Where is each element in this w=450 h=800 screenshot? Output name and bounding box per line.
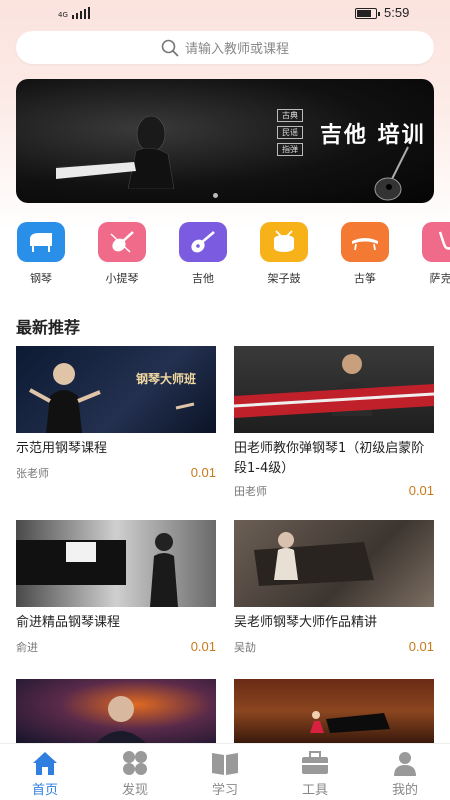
- grand-piano-icon: [17, 222, 65, 262]
- profile-icon: [394, 752, 416, 776]
- guitar-icon: [179, 222, 227, 262]
- course-card[interactable]: [16, 679, 216, 743]
- course-thumbnail: 钢琴大师班: [16, 346, 216, 433]
- search-icon: [161, 39, 179, 56]
- course-thumbnail: [234, 520, 434, 607]
- search-bar[interactable]: 请输入教师或课程: [16, 31, 434, 64]
- course-price: 0.01: [190, 639, 216, 654]
- guitar-image: [374, 146, 409, 201]
- category-label: 架子鼓: [267, 272, 301, 285]
- course-card[interactable]: 俞进精品钢琴课程 俞进 0.01: [16, 520, 216, 659]
- category-label: 钢琴: [30, 272, 52, 285]
- course-teacher: 吴劼: [234, 641, 256, 654]
- category-row: 钢琴 小提琴 吉他 架子鼓 古筝 萨克斯: [0, 222, 450, 286]
- course-card[interactable]: [234, 679, 434, 743]
- pianist-silhouette-image: [56, 115, 175, 189]
- category-label: 小提琴: [105, 272, 139, 285]
- category-guitar[interactable]: 吉他: [173, 222, 233, 286]
- status-time: 5:59: [384, 5, 410, 20]
- course-card[interactable]: 田老师教你弹钢琴1（初级启蒙阶段1-4级） 田老师 0.01: [234, 346, 434, 503]
- course-thumbnail: [16, 520, 216, 607]
- discover-icon: [123, 751, 147, 775]
- violin-icon: [98, 222, 146, 262]
- book-icon: [212, 753, 238, 775]
- course-thumbnail: [16, 679, 216, 743]
- tab-label: 发现: [121, 783, 148, 798]
- category-label: 古筝: [354, 272, 376, 285]
- course-title: 俞进精品钢琴课程: [16, 615, 121, 630]
- course-thumbnail: [234, 679, 434, 743]
- signal-icon: 4G: [58, 7, 90, 19]
- course-teacher: 田老师: [234, 485, 267, 498]
- course-title: 吴老师钢琴大师作品精讲: [234, 615, 378, 630]
- bottom-tab-bar: 首页 发现 学习 工具 我的: [0, 743, 450, 800]
- category-piano[interactable]: 钢琴: [11, 222, 71, 286]
- guzheng-icon: [341, 222, 389, 262]
- tab-label: 学习: [211, 783, 238, 798]
- saxophone-icon: [422, 222, 450, 262]
- tab-label: 工具: [301, 783, 328, 798]
- category-guzheng[interactable]: 古筝: [335, 222, 395, 286]
- course-teacher: 张老师: [16, 467, 49, 480]
- tab-discover[interactable]: 发现: [100, 750, 170, 800]
- category-label: 吉他: [192, 272, 214, 285]
- status-bar: 4G 5:59: [0, 0, 450, 28]
- promo-banner[interactable]: 古典 民谣 指弹 吉他 培训: [16, 79, 434, 203]
- section-title: 最新推荐: [16, 318, 81, 337]
- course-title: 田老师教你弹钢琴1（初级启蒙阶段1-4级）: [234, 441, 425, 476]
- home-icon: [33, 752, 57, 775]
- tab-label: 我的: [391, 783, 418, 798]
- tab-home[interactable]: 首页: [10, 750, 80, 800]
- course-thumbnail: [234, 346, 434, 433]
- course-price: 0.01: [408, 483, 434, 498]
- course-card[interactable]: 钢琴大师班 示范用钢琴课程 张老师 0.01: [16, 346, 216, 485]
- tab-label: 首页: [31, 783, 58, 798]
- course-price: 0.01: [190, 465, 216, 480]
- banner-tag: 古典: [277, 109, 303, 122]
- banner-tag: 民谣: [277, 126, 303, 139]
- course-card[interactable]: 吴老师钢琴大师作品精讲 吴劼 0.01: [234, 520, 434, 659]
- carousel-indicator: [213, 193, 218, 198]
- banner-tags: 古典 民谣 指弹: [277, 109, 303, 156]
- toolbox-icon: [302, 751, 328, 774]
- category-violin[interactable]: 小提琴: [92, 222, 152, 286]
- search-placeholder: 请输入教师或课程: [184, 42, 289, 57]
- course-price: 0.01: [408, 639, 434, 654]
- category-label: 萨克斯: [429, 272, 450, 285]
- tab-study[interactable]: 学习: [190, 750, 260, 800]
- tab-profile[interactable]: 我的: [370, 750, 440, 800]
- category-saxophone[interactable]: 萨克斯: [416, 222, 450, 286]
- network-type: 4G: [58, 11, 68, 19]
- category-drum[interactable]: 架子鼓: [254, 222, 314, 286]
- drum-icon: [260, 222, 308, 262]
- course-title: 示范用钢琴课程: [16, 441, 108, 456]
- tab-tools[interactable]: 工具: [280, 750, 350, 800]
- thumbnail-caption: 钢琴大师班: [136, 372, 197, 386]
- course-teacher: 俞进: [16, 641, 38, 654]
- battery-icon: [355, 8, 380, 19]
- banner-tag: 指弹: [277, 143, 303, 156]
